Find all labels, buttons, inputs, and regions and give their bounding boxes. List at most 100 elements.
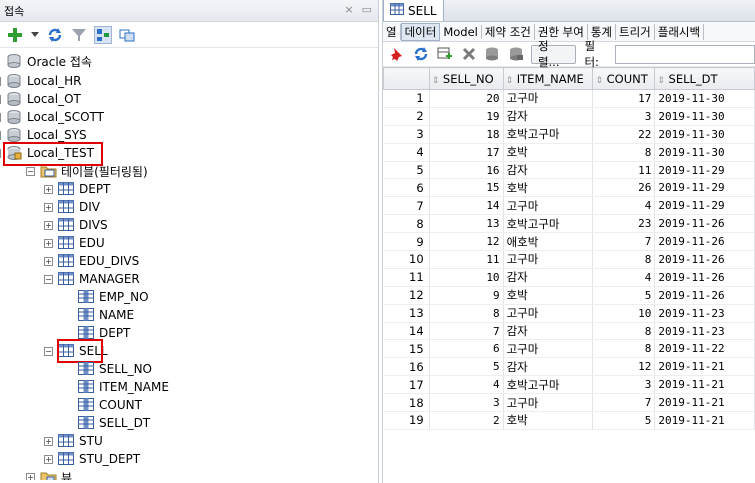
table-row[interactable]: 17 4 호박고구마 3 2019-11-21 [383,375,755,395]
tree-item-count[interactable]: COUNT [78,396,142,414]
tree-item-emp-no[interactable]: EMP_NO [78,288,149,306]
column-header-sell-dt[interactable]: ⇕ SELL_DT [654,67,755,90]
tree-item-테이블-필터링됨[interactable]: 테이블(필터링됨) [40,162,148,180]
cell-sell-dt[interactable]: 2019-11-22 [654,339,755,359]
tree-item-stu[interactable]: STU [58,432,103,450]
tree-item-item-name[interactable]: ITEM_NAME [78,378,169,396]
subtab-triggers[interactable]: 트리거 [616,23,655,40]
cell-sell-no[interactable]: 15 [429,178,504,198]
cell-sell-no[interactable]: 12 [429,232,504,252]
refresh-icon[interactable] [46,26,64,44]
cell-sell-no[interactable]: 4 [429,375,504,395]
cell-item-name[interactable]: 고구마 [503,393,594,413]
tree-item-뷰[interactable]: 뷰 [40,468,72,480]
table-row[interactable]: 13 8 고구마 10 2019-11-23 [383,304,755,323]
collapse-icon[interactable]: − [0,149,1,158]
cell-sell-no[interactable]: 3 [429,393,504,413]
tree-item-dept[interactable]: DEPT [58,180,110,198]
cell-count[interactable]: 8 [592,250,656,269]
cell-sell-no[interactable]: 10 [429,268,504,287]
expand-icon[interactable]: + [44,239,53,248]
tree-item-local-scott[interactable]: Local_SCOTT [6,108,104,126]
expand-icon[interactable]: + [44,185,53,194]
cell-sell-dt[interactable]: 2019-11-26 [654,286,755,305]
subtab-columns[interactable]: 열 [383,23,401,40]
cell-item-name[interactable]: 감자 [503,357,594,377]
close-panel-icon[interactable]: × [344,3,353,16]
cell-sell-dt[interactable]: 2019-11-29 [654,161,755,180]
subtab-flashback[interactable]: 플래시백 [655,23,705,40]
expand-icon[interactable]: + [44,455,53,464]
cell-sell-no[interactable]: 20 [429,89,504,108]
collapse-icon[interactable]: − [44,275,53,284]
cell-sell-dt[interactable]: 2019-11-30 [654,89,755,108]
cell-sell-dt[interactable]: 2019-11-30 [654,125,755,144]
cell-sell-dt[interactable]: 2019-11-23 [654,322,755,341]
cell-count[interactable]: 3 [592,375,656,395]
cell-sell-no[interactable]: 6 [429,339,504,359]
cell-count[interactable]: 4 [592,196,656,216]
table-row[interactable]: 8 13 호박고구마 23 2019-11-26 [383,214,755,234]
expand-icon[interactable]: + [44,221,53,230]
dropdown-icon[interactable] [30,26,40,44]
add-icon[interactable] [6,26,24,44]
cell-item-name[interactable]: 고구마 [503,250,594,269]
cell-count[interactable]: 7 [592,232,656,252]
cell-item-name[interactable]: 고구마 [503,196,594,216]
cell-count[interactable]: 5 [592,286,656,305]
cell-sell-no[interactable]: 14 [429,196,504,216]
cell-sell-no[interactable]: 7 [429,322,504,341]
cell-sell-dt[interactable]: 2019-11-21 [654,393,755,413]
minimize-panel-icon[interactable]: ▭ [362,3,372,16]
cell-count[interactable]: 10 [592,304,656,323]
cell-item-name[interactable]: 애호박 [503,232,594,252]
cell-sell-dt[interactable]: 2019-11-26 [654,214,755,234]
subtab-data[interactable]: 데이터 [400,22,441,41]
cell-count[interactable]: 12 [592,357,656,377]
tab-sell[interactable]: SELL [383,0,444,21]
cell-count[interactable]: 22 [592,125,656,144]
filter-icon[interactable] [70,26,88,44]
cell-item-name[interactable]: 감자 [503,322,594,341]
table-row[interactable]: 9 12 애호박 7 2019-11-26 [383,232,755,252]
cell-count[interactable]: 8 [592,143,656,162]
tree-item-div[interactable]: DIV [58,198,100,216]
cell-item-name[interactable]: 호박 [503,411,594,430]
cell-sell-no[interactable]: 16 [429,161,504,180]
expand-icon[interactable]: + [26,473,35,480]
cell-item-name[interactable]: 호박 [503,286,594,305]
refresh-icon[interactable] [413,45,431,63]
expand-icon[interactable]: + [0,77,1,86]
cell-sell-dt[interactable]: 2019-11-26 [654,232,755,252]
cell-sell-dt[interactable]: 2019-11-21 [654,411,755,430]
expand-icon[interactable]: + [0,113,1,122]
table-row[interactable]: 19 2 호박 5 2019-11-21 [383,411,755,430]
schema-browser-icon[interactable] [94,25,112,44]
cell-sell-dt[interactable]: 2019-11-29 [654,196,755,216]
cell-sell-dt[interactable]: 2019-11-29 [654,178,755,198]
table-row[interactable]: 7 14 고구마 4 2019-11-29 [383,196,755,216]
table-row[interactable]: 16 5 감자 12 2019-11-21 [383,357,755,377]
cell-count[interactable]: 7 [592,393,656,413]
column-header-sell-no[interactable]: ⇕ SELL_NO [428,67,504,90]
subtab-model[interactable]: Model [440,24,482,39]
rollback-icon[interactable] [507,45,525,63]
column-header-item-name[interactable]: ⇕ ITEM_NAME [502,67,594,90]
cell-sell-no[interactable]: 5 [429,357,504,377]
cell-sell-no[interactable]: 18 [429,125,504,144]
cell-count[interactable]: 17 [592,89,656,108]
table-row[interactable]: 12 9 호박 5 2019-11-26 [383,286,755,305]
table-row[interactable]: 15 6 고구마 8 2019-11-22 [383,339,755,359]
cell-item-name[interactable]: 호박고구마 [503,125,594,144]
cell-count[interactable]: 23 [592,214,656,234]
cell-sell-dt[interactable]: 2019-11-21 [654,357,755,377]
cell-sell-no[interactable]: 13 [429,214,504,234]
tree-item-local-ot[interactable]: Local_OT [6,90,81,108]
cell-sell-no[interactable]: 2 [429,411,504,430]
table-row[interactable]: 11 10 감자 4 2019-11-26 [383,268,755,287]
table-row[interactable]: 4 17 호박 8 2019-11-30 [383,143,755,162]
cell-sell-no[interactable]: 11 [429,250,504,269]
expand-icon[interactable]: + [44,257,53,266]
tree-item-divs[interactable]: DIVS [58,216,108,234]
cell-sell-no[interactable]: 9 [429,286,504,305]
